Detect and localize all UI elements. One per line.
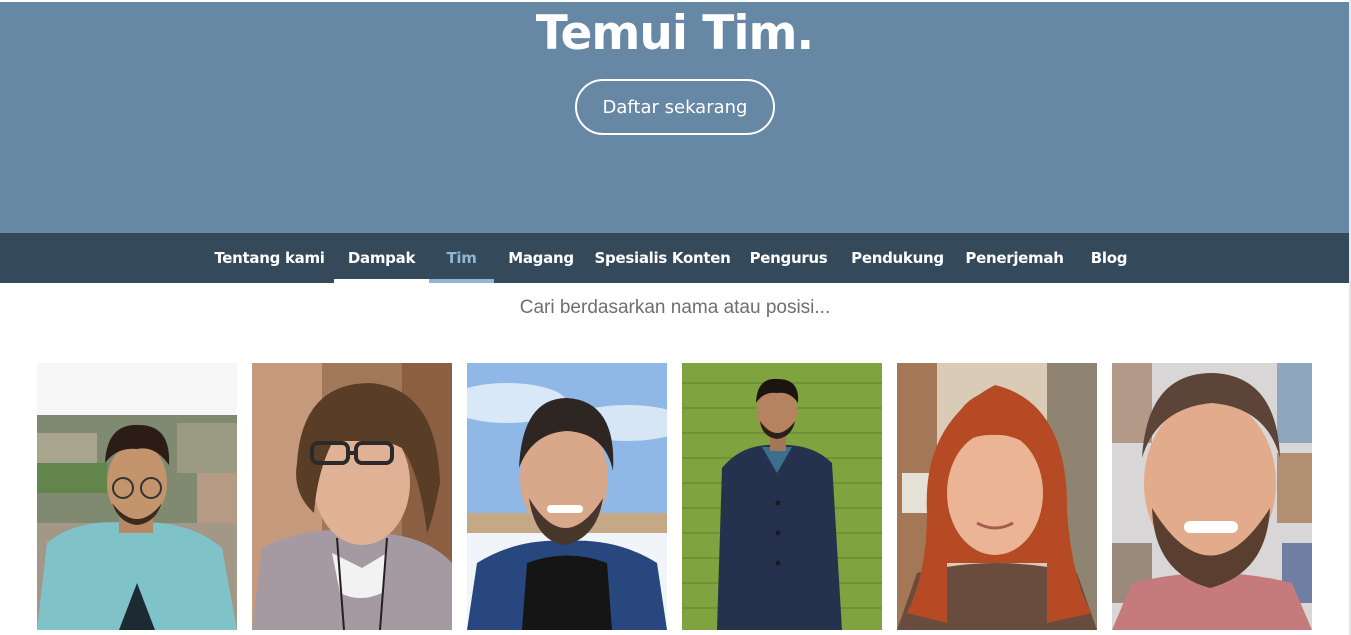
page-title: Temui Tim.: [535, 6, 815, 61]
tab-pengurus[interactable]: Pengurus: [737, 233, 840, 283]
tab-pendukung[interactable]: Pendukung: [840, 233, 955, 283]
tab-dampak[interactable]: Dampak: [334, 233, 429, 283]
tab-tentang-kami[interactable]: Tentang kami: [205, 233, 334, 283]
tab-indicator: [588, 279, 737, 283]
team-member-photo-4: [682, 363, 882, 630]
tab-label: Pendukung: [851, 249, 944, 267]
tab-indicator: [1074, 279, 1144, 283]
tab-label: Blog: [1090, 249, 1128, 267]
tab-label: Tentang kami: [214, 249, 325, 267]
tab-blog[interactable]: Blog: [1074, 233, 1144, 283]
tab-tim[interactable]: Tim: [429, 233, 494, 283]
team-member-card[interactable]: [37, 363, 237, 630]
team-member-photo-2: [252, 363, 452, 630]
team-member-card[interactable]: [252, 363, 452, 630]
team-member-photo-1: [37, 363, 237, 630]
tab-label: Dampak: [347, 249, 416, 267]
tab-indicator: [429, 279, 494, 283]
team-member-photo-5: [897, 363, 1097, 630]
tab-indicator: [737, 279, 840, 283]
tab-label: Spesialis Konten: [594, 249, 731, 267]
tab-indicator: [205, 279, 334, 283]
tab-indicator: [840, 279, 955, 283]
tab-label: Penerjemah: [965, 249, 1064, 267]
tab-label: Tim: [446, 249, 477, 267]
team-member-card[interactable]: [682, 363, 882, 630]
team-search-input[interactable]: [400, 292, 950, 324]
tab-label: Pengurus: [749, 249, 828, 267]
team-member-photo-3: [467, 363, 667, 630]
team-member-card[interactable]: [467, 363, 667, 630]
tab-indicator: [334, 279, 429, 283]
tab-label: Magang: [508, 249, 574, 267]
team-member-card[interactable]: [1112, 363, 1312, 630]
hero-banner: Temui Tim. Daftar sekarang: [0, 0, 1349, 233]
signup-button[interactable]: Daftar sekarang: [575, 79, 775, 135]
tab-spesialis-konten[interactable]: Spesialis Konten: [588, 233, 737, 283]
team-member-card[interactable]: [897, 363, 1097, 630]
section-tab-bar: Tentang kami Dampak Tim Magang Spesialis…: [0, 233, 1349, 283]
tab-penerjemah[interactable]: Penerjemah: [955, 233, 1074, 283]
tab-magang[interactable]: Magang: [494, 233, 588, 283]
tab-indicator: [494, 279, 588, 283]
tab-indicator: [955, 279, 1074, 283]
team-member-photo-6: [1112, 363, 1312, 630]
